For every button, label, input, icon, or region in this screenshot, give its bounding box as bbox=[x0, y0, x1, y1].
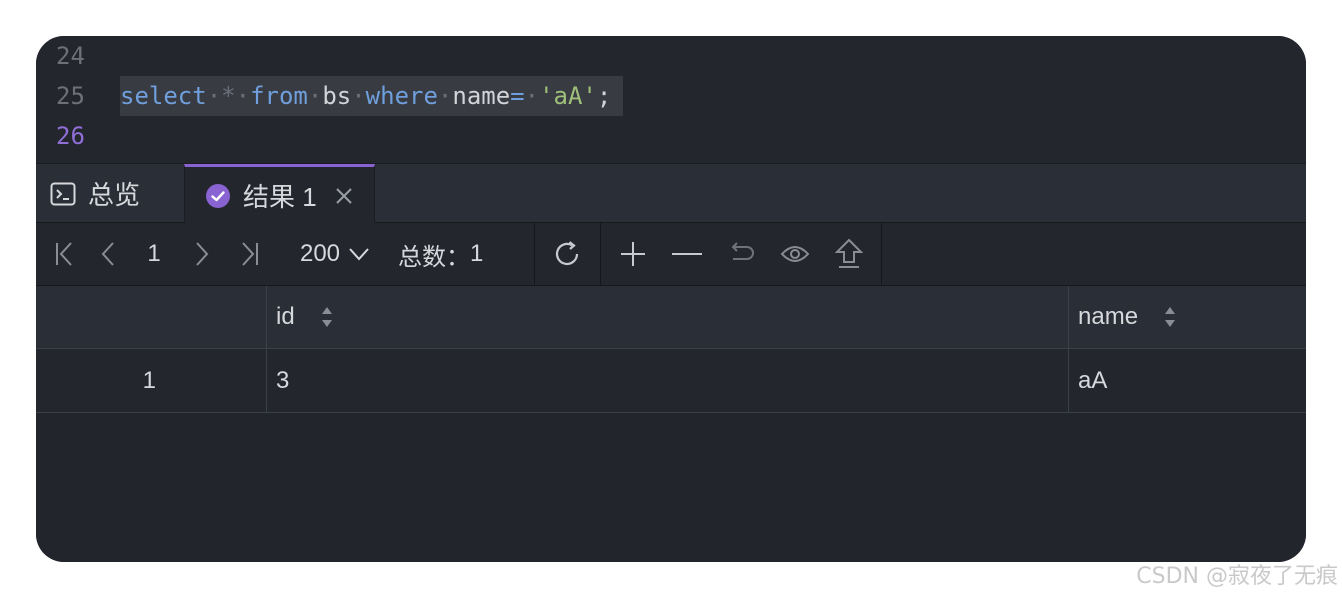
result-grid: id name 1 3 aA bbox=[36, 286, 1306, 562]
column-header-label: id bbox=[276, 303, 295, 330]
line-number: 24 bbox=[56, 42, 85, 70]
row-index: 1 bbox=[142, 366, 156, 394]
delete-row-button[interactable] bbox=[664, 223, 710, 285]
column-header-id[interactable]: id bbox=[266, 286, 1068, 348]
cell-name[interactable]: aA bbox=[1068, 349, 1306, 412]
page-size-select[interactable]: 200 bbox=[290, 223, 380, 285]
line-number: 25 bbox=[56, 82, 85, 110]
column-header-name[interactable]: name bbox=[1068, 286, 1306, 348]
first-page-icon bbox=[56, 242, 72, 266]
result-tabbar: 总览 结果 1 bbox=[36, 163, 1306, 224]
preview-button[interactable] bbox=[772, 223, 818, 285]
column-identifier: name bbox=[452, 82, 511, 110]
result-toolbar: 1 200 总数： 1 bbox=[36, 223, 1306, 286]
table-identifier: bs bbox=[322, 82, 352, 110]
sort-icon[interactable] bbox=[1164, 305, 1176, 329]
operator-equals: = bbox=[510, 82, 525, 110]
total-count: 总数： 1 bbox=[398, 223, 508, 285]
next-page-button[interactable] bbox=[182, 223, 222, 285]
page-size-value: 200 bbox=[299, 240, 341, 267]
first-page-button[interactable] bbox=[44, 223, 84, 285]
refresh-icon bbox=[555, 241, 579, 266]
tab-overview-label: 总览 bbox=[88, 180, 141, 210]
undo-icon bbox=[731, 242, 754, 260]
string-literal: 'aA' bbox=[539, 82, 597, 110]
table-header: id name bbox=[36, 286, 1306, 349]
tab-overview[interactable]: 总览 bbox=[36, 164, 184, 223]
code-line: 24 bbox=[36, 36, 1306, 76]
tab-result-label: 结果 1 bbox=[243, 182, 317, 212]
cell-id[interactable]: 3 bbox=[266, 349, 1068, 412]
code-line[interactable]: 25 select·*·from·bs·where·name=·'aA'; bbox=[36, 76, 1306, 116]
semicolon: ; bbox=[596, 82, 612, 110]
minus-icon bbox=[672, 253, 702, 255]
undo-button[interactable] bbox=[718, 223, 764, 285]
chevron-down-icon bbox=[349, 248, 369, 261]
table-row[interactable]: 1 3 aA bbox=[36, 349, 1306, 413]
last-page-button[interactable] bbox=[230, 223, 270, 285]
line-number-active: 26 bbox=[56, 122, 85, 150]
sql-editor[interactable]: 24 25 select·*·from·bs·where·name=·'aA';… bbox=[36, 36, 1306, 163]
eye-icon bbox=[780, 246, 810, 262]
keyword-where: where bbox=[365, 82, 438, 110]
row-index-header bbox=[36, 286, 266, 348]
chevron-right-icon bbox=[196, 242, 209, 266]
chevron-left-icon bbox=[101, 242, 114, 266]
selected-sql-statement[interactable]: select·*·from·bs·where·name=·'aA'; bbox=[120, 76, 624, 116]
upload-icon bbox=[835, 238, 863, 268]
total-value: 1 bbox=[470, 240, 484, 267]
total-label: 总数： bbox=[398, 243, 470, 271]
sort-icon[interactable] bbox=[321, 305, 333, 329]
close-icon[interactable] bbox=[335, 187, 353, 205]
keyword-select: select bbox=[120, 82, 207, 110]
current-page[interactable]: 1 bbox=[136, 223, 172, 285]
check-circle-icon bbox=[205, 183, 231, 209]
prev-page-button[interactable] bbox=[88, 223, 128, 285]
plus-icon bbox=[621, 242, 645, 266]
operator-star: * bbox=[221, 82, 236, 110]
tab-result-1[interactable]: 结果 1 bbox=[184, 164, 375, 224]
submit-button[interactable] bbox=[826, 223, 872, 285]
terminal-icon bbox=[50, 182, 76, 206]
sql-client-window: 24 25 select·*·from·bs·where·name=·'aA';… bbox=[36, 36, 1306, 562]
column-header-label: name bbox=[1078, 303, 1139, 330]
last-page-icon bbox=[242, 242, 258, 266]
add-row-button[interactable] bbox=[610, 223, 656, 285]
watermark: CSDN @寂夜了无痕 bbox=[1136, 564, 1338, 589]
code-line[interactable]: 26 bbox=[36, 116, 1306, 156]
keyword-from: from bbox=[250, 82, 308, 110]
refresh-button[interactable] bbox=[544, 223, 590, 285]
